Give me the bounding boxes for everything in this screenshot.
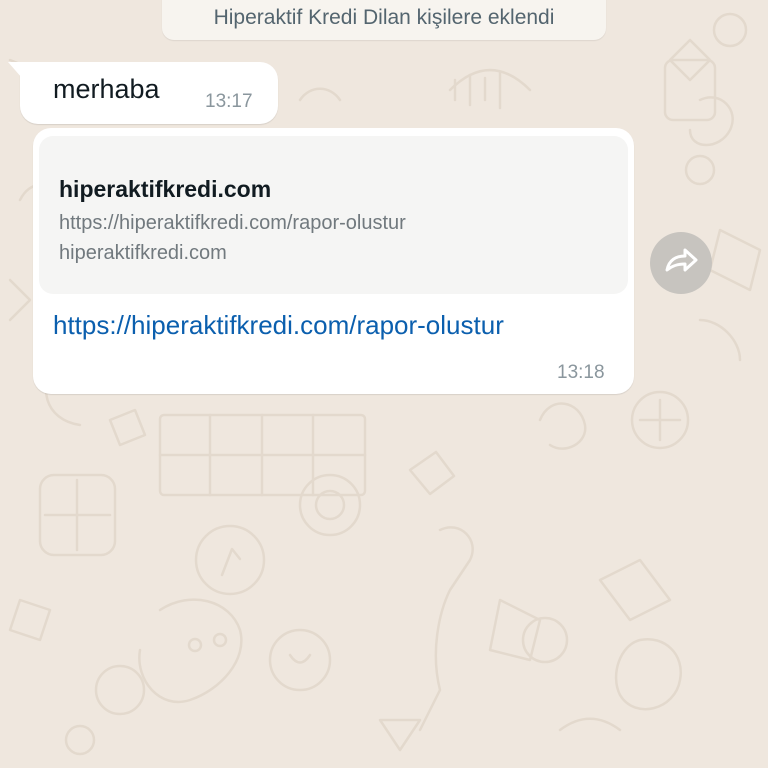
message-text: merhaba	[53, 74, 160, 104]
system-notice-text: Hiperaktif Kredi Dilan kişilere eklendi	[213, 6, 555, 29]
message-time: 13:18	[557, 362, 605, 383]
message-link[interactable]: https://hiperaktifkredi.com/rapor-olustu…	[53, 310, 504, 341]
link-preview-title: hiperaktifkredi.com	[59, 176, 272, 202]
message-bubble[interactable]: merhaba 13:17	[8, 62, 278, 124]
forward-button[interactable]	[650, 232, 712, 294]
bubble-tail	[8, 62, 22, 78]
message-time: 13:17	[205, 91, 253, 112]
system-notice: Hiperaktif Kredi Dilan kişilere eklendi	[162, 0, 606, 40]
link-preview-url: https://hiperaktifkredi.com/rapor-olustu…	[59, 212, 406, 234]
link-message-bubble[interactable]: hiperaktifkredi.com https://hiperaktifkr…	[33, 128, 634, 394]
link-preview-domain: hiperaktifkredi.com	[59, 242, 227, 264]
link-preview-card[interactable]: hiperaktifkredi.com https://hiperaktifkr…	[39, 136, 628, 294]
forward-icon	[663, 246, 699, 281]
